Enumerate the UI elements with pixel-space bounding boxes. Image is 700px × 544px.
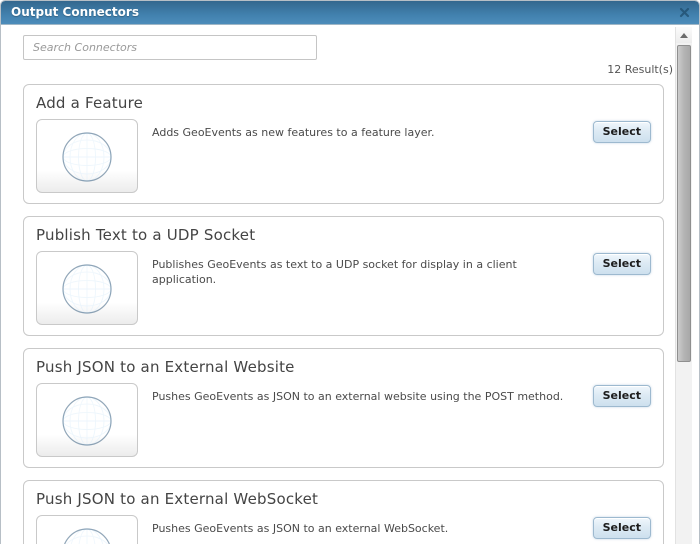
connector-title: Add a Feature	[36, 94, 144, 112]
connector-card-push-json-websocket: Push JSON to an External WebSocket Pushe…	[23, 480, 664, 544]
select-button[interactable]: Select	[592, 385, 651, 407]
connector-thumbnail	[36, 515, 138, 544]
connector-card-publish-text-udp: Publish Text to a UDP Socket Publishes G…	[23, 216, 664, 336]
globe-icon	[44, 391, 130, 449]
globe-icon	[44, 127, 130, 185]
scroll-up-arrow-icon	[680, 32, 688, 38]
connector-description: Pushes GeoEvents as JSON to an external …	[152, 390, 564, 403]
connector-thumbnail	[36, 383, 138, 457]
connector-title: Publish Text to a UDP Socket	[36, 226, 256, 244]
results-count: 12 Result(s)	[607, 63, 673, 76]
scrollbar[interactable]	[675, 27, 692, 544]
connector-thumbnail	[36, 251, 138, 325]
close-icon[interactable]	[679, 7, 690, 18]
connector-title: Push JSON to an External Website	[36, 358, 295, 376]
select-button[interactable]: Select	[592, 121, 651, 143]
connector-description: Pushes GeoEvents as JSON to an external …	[152, 522, 449, 535]
dialog-titlebar: Output Connectors	[1, 1, 699, 25]
connector-thumbnail	[36, 119, 138, 193]
connector-card-push-json-website: Push JSON to an External Website Pushes …	[23, 348, 664, 468]
scroll-up-button[interactable]	[676, 27, 692, 43]
select-button[interactable]: Select	[592, 517, 651, 539]
globe-icon	[44, 523, 130, 544]
search-input[interactable]	[23, 35, 317, 60]
connector-list-panel: 12 Result(s) Add a Feature Adds GeoEvent…	[1, 26, 675, 544]
select-button[interactable]: Select	[592, 253, 651, 275]
scrollbar-thumb[interactable]	[677, 45, 691, 362]
connector-card-add-a-feature: Add a Feature Adds GeoEvents as new feat…	[23, 84, 664, 204]
output-connectors-dialog: Output Connectors 12 Result(s) Add a Fea…	[0, 0, 700, 544]
dialog-title: Output Connectors	[11, 5, 139, 19]
connector-description: Adds GeoEvents as new features to a feat…	[152, 126, 435, 139]
globe-icon	[44, 259, 130, 317]
connector-description: Publishes GeoEvents as text to a UDP soc…	[152, 258, 517, 286]
connector-title: Push JSON to an External WebSocket	[36, 490, 319, 508]
